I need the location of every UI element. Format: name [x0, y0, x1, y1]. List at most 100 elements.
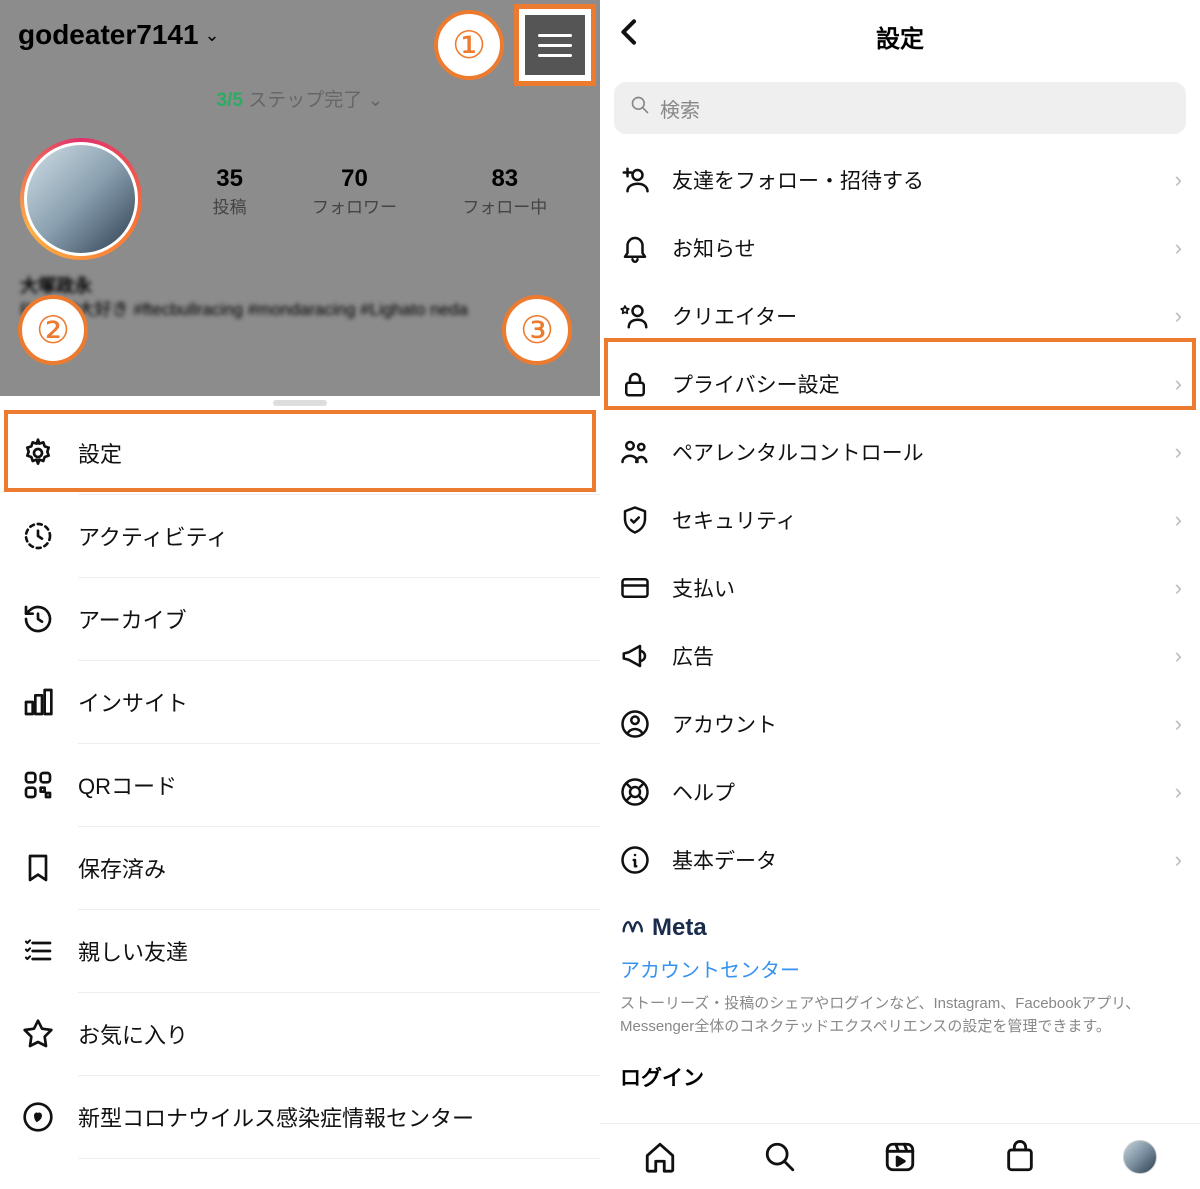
- megaphone-icon: [620, 641, 650, 671]
- stat-num: 35: [213, 165, 247, 193]
- step-fraction: 3/5: [217, 90, 243, 111]
- right-pane: 設定 検索 友達をフォロー・招待する › お知らせ › クリエイター › プライ…: [600, 0, 1200, 1189]
- settings-item-security[interactable]: セキュリティ ›: [600, 486, 1200, 554]
- menu-item-archive[interactable]: アーカイブ: [0, 578, 600, 660]
- settings-item-account[interactable]: アカウント ›: [600, 690, 1200, 758]
- profile-bio-text: Redbull大好き #ftecbullracing #mondaracing …: [20, 298, 580, 322]
- chevron-down-icon[interactable]: ⌄: [205, 25, 220, 46]
- chevron-right-icon: ›: [1175, 779, 1182, 805]
- stat-label: フォロワー: [312, 193, 397, 218]
- bookmark-icon: [22, 852, 54, 884]
- settings-header: 設定: [600, 0, 1200, 72]
- reels-tab[interactable]: [883, 1140, 917, 1174]
- menu-item-settings[interactable]: 設定: [0, 412, 600, 494]
- search-input[interactable]: 検索: [614, 82, 1186, 134]
- settings-item-payments[interactable]: 支払い ›: [600, 554, 1200, 622]
- menu-label: QRコード: [78, 769, 177, 801]
- chevron-right-icon: ›: [1175, 167, 1182, 193]
- lifebuoy-icon: [620, 777, 650, 807]
- sheet-drag-handle[interactable]: [273, 400, 327, 406]
- profile-header: godeater7141 ⌄: [0, 0, 600, 70]
- step-text: ステップ完了: [248, 90, 362, 111]
- bar-chart-icon: [22, 686, 54, 718]
- stat-label: フォロー中: [462, 193, 547, 218]
- menu-label: アクティビティ: [78, 520, 228, 552]
- stat-posts[interactable]: 35 投稿: [213, 165, 247, 218]
- shield-check-icon: [620, 505, 650, 535]
- menu-label: 設定: [78, 437, 122, 469]
- stat-label: 投稿: [213, 193, 247, 218]
- settings-item-invite-friends[interactable]: 友達をフォロー・招待する ›: [600, 146, 1200, 214]
- settings-item-help[interactable]: ヘルプ ›: [600, 758, 1200, 826]
- settings-label: 基本データ: [672, 845, 777, 875]
- meta-logo: Meta: [620, 914, 1180, 942]
- menu-label: インサイト: [78, 686, 188, 718]
- settings-label: クリエイター: [672, 301, 797, 331]
- login-section-header: ログイン: [600, 1048, 1200, 1092]
- username[interactable]: godeater7141: [18, 19, 199, 51]
- settings-item-supervision[interactable]: ペアレンタルコントロール ›: [600, 418, 1200, 486]
- menu-item-qr-code[interactable]: QRコード: [0, 744, 600, 826]
- back-button[interactable]: [614, 16, 646, 48]
- profile-completion-step[interactable]: 3/5 ステップ完了 ⌄: [0, 85, 600, 112]
- settings-label: お知らせ: [672, 233, 756, 263]
- bottom-tab-bar: [600, 1123, 1200, 1189]
- stat-num: 70: [312, 165, 397, 193]
- chevron-down-icon: ⌄: [368, 90, 384, 111]
- menu-item-activity[interactable]: アクティビティ: [0, 495, 600, 577]
- profile-tab[interactable]: [1123, 1140, 1157, 1174]
- gear-icon: [22, 437, 54, 469]
- profile-avatar-story-ring[interactable]: [20, 138, 142, 260]
- menu-item-covid-info[interactable]: 新型コロナウイルス感染症情報センター: [0, 1076, 600, 1158]
- search-placeholder: 検索: [660, 94, 700, 123]
- chevron-right-icon: ›: [1175, 439, 1182, 465]
- hamburger-icon: [525, 15, 585, 75]
- settings-item-privacy[interactable]: プライバシー設定 ›: [600, 350, 1200, 418]
- menu-label: お気に入り: [78, 1018, 188, 1050]
- chevron-right-icon: ›: [1175, 643, 1182, 669]
- annotation-badge-1: ①: [434, 10, 504, 80]
- archive-clock-icon: [22, 603, 54, 635]
- settings-label: ペアレンタルコントロール: [672, 437, 924, 467]
- slide-up-menu: 設定 アクティビティ アーカイブ インサイト QRコード 保存済み 親しい友達: [0, 396, 600, 1189]
- stat-following[interactable]: 83 フォロー中: [462, 165, 547, 218]
- account-center-description: ストーリーズ・投稿のシェアやログインなど、Instagram、Facebookア…: [620, 993, 1180, 1038]
- search-tab[interactable]: [763, 1140, 797, 1174]
- meta-account-center-block: Meta アカウントセンター ストーリーズ・投稿のシェアやログインなど、Inst…: [600, 894, 1200, 1048]
- account-center-link[interactable]: アカウントセンター: [620, 954, 1180, 983]
- profile-area: godeater7141 ⌄ ① 3/5 ステップ完了 ⌄ 35 投稿 70 フ…: [0, 0, 600, 396]
- settings-label: ヘルプ: [672, 777, 735, 807]
- meta-brand-text: Meta: [652, 914, 707, 942]
- shop-tab[interactable]: [1003, 1140, 1037, 1174]
- settings-item-creator[interactable]: クリエイター ›: [600, 282, 1200, 350]
- chevron-right-icon: ›: [1175, 847, 1182, 873]
- settings-label: 友達をフォロー・招待する: [672, 165, 924, 195]
- avatar-image: [24, 142, 138, 256]
- star-icon: [22, 1018, 54, 1050]
- menu-item-favorites[interactable]: お気に入り: [0, 993, 600, 1075]
- settings-item-about[interactable]: 基本データ ›: [600, 826, 1200, 894]
- chevron-right-icon: ›: [1175, 235, 1182, 261]
- credit-card-icon: [620, 573, 650, 603]
- hamburger-menu-button[interactable]: [514, 4, 596, 86]
- clock-activity-icon: [22, 520, 54, 552]
- menu-item-insights[interactable]: インサイト: [0, 661, 600, 743]
- settings-item-notifications[interactable]: お知らせ ›: [600, 214, 1200, 282]
- annotation-badge-3: ③: [502, 295, 572, 365]
- annotation-badge-2: ②: [18, 295, 88, 365]
- menu-label: 保存済み: [78, 852, 166, 884]
- search-icon: [630, 95, 650, 121]
- star-person-icon: [620, 301, 650, 331]
- stat-followers[interactable]: 70 フォロワー: [312, 165, 397, 218]
- menu-item-close-friends[interactable]: 親しい友達: [0, 910, 600, 992]
- heart-info-icon: [22, 1101, 54, 1133]
- settings-title: 設定: [876, 19, 924, 54]
- settings-label: 支払い: [672, 573, 735, 603]
- profile-display-name: 大塚政永: [20, 272, 92, 298]
- home-tab[interactable]: [643, 1140, 677, 1174]
- menu-label: 親しい友達: [78, 935, 188, 967]
- chevron-right-icon: ›: [1175, 575, 1182, 601]
- settings-item-ads[interactable]: 広告 ›: [600, 622, 1200, 690]
- menu-item-saved[interactable]: 保存済み: [0, 827, 600, 909]
- settings-label: プライバシー設定: [672, 369, 840, 399]
